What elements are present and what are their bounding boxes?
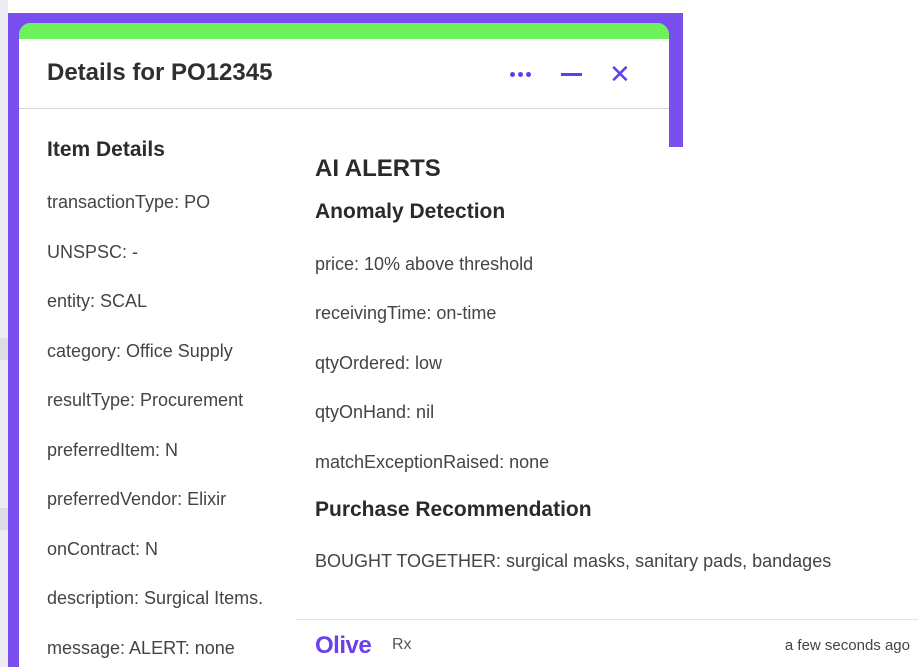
anomaly-row: matchExceptionRaised: none bbox=[315, 452, 550, 472]
more-horizontal-icon bbox=[526, 72, 531, 77]
anomaly-row: price: 10% above threshold bbox=[315, 254, 534, 274]
background-app-marker bbox=[0, 338, 8, 360]
more-horizontal-icon bbox=[518, 72, 523, 77]
anomaly-row: qtyOnHand: nil bbox=[315, 402, 435, 422]
timestamp: a few seconds ago bbox=[784, 637, 910, 654]
item-detail-row: category: Office Supply bbox=[47, 341, 233, 361]
item-detail-row: preferredVendor: Elixir bbox=[47, 489, 227, 509]
item-detail-row: description: Surgical Items. bbox=[47, 588, 264, 608]
background-app-strip bbox=[0, 0, 8, 667]
ai-alerts-title: AI ALERTS bbox=[315, 155, 441, 182]
anomaly-row: receivingTime: on-time bbox=[315, 303, 497, 323]
item-detail-row: preferredItem: N bbox=[47, 440, 179, 460]
item-detail-row: entity: SCAL bbox=[47, 291, 148, 311]
item-details-heading: Item Details bbox=[47, 138, 165, 161]
item-detail-row: message: ALERT: none bbox=[47, 638, 235, 658]
more-options-button[interactable] bbox=[509, 61, 537, 87]
item-detail-row: UNSPSC: - bbox=[47, 242, 139, 262]
item-detail-row: onContract: N bbox=[47, 539, 159, 559]
anomaly-detection-heading: Anomaly Detection bbox=[315, 200, 506, 223]
close-icon: ✕ bbox=[609, 59, 631, 89]
window-header: Details for PO12345 ✕ bbox=[19, 39, 669, 109]
purchase-recommendation-text: BOUGHT TOGETHER: surgical masks, sanitar… bbox=[315, 551, 832, 571]
purchase-recommendation-heading: Purchase Recommendation bbox=[315, 498, 592, 521]
product-label: Rx bbox=[392, 636, 412, 653]
brand-logo: Olive bbox=[315, 632, 372, 659]
minimize-button[interactable] bbox=[559, 61, 583, 87]
ai-alerts-panel: AI ALERTS Anomaly Detection price: 10% a… bbox=[296, 147, 918, 667]
item-detail-row: transactionType: PO bbox=[47, 192, 211, 212]
anomaly-row: qtyOrdered: low bbox=[315, 353, 443, 373]
close-button[interactable]: ✕ bbox=[609, 61, 633, 87]
background-app-marker bbox=[0, 508, 8, 530]
more-horizontal-icon bbox=[510, 72, 515, 77]
panel-footer: Olive Rx a few seconds ago bbox=[296, 619, 918, 667]
window-title: Details for PO12345 bbox=[47, 59, 273, 86]
item-detail-row: resultType: Procurement bbox=[47, 390, 244, 410]
minimize-icon bbox=[561, 73, 582, 76]
